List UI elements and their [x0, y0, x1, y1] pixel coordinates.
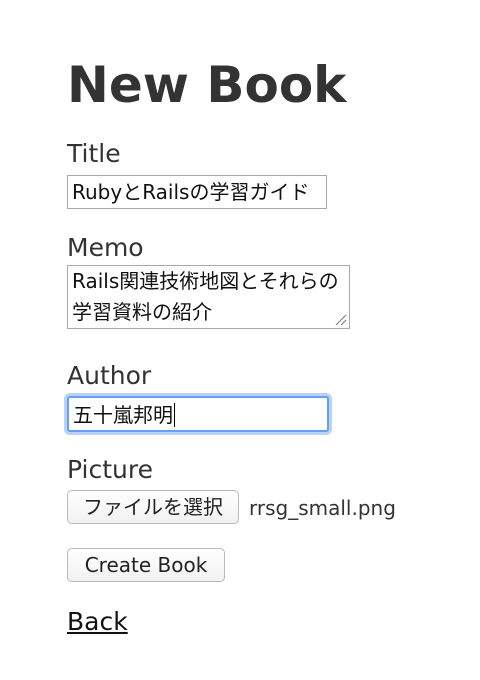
back-link[interactable]: Back: [67, 605, 128, 639]
selected-file-name: rrsg_small.png: [249, 496, 396, 520]
resize-grip-icon[interactable]: [335, 314, 347, 326]
page-title: New Book: [67, 56, 347, 114]
memo-textarea-value: Rails関連技術地図とそれらの学習資料の紹介: [72, 269, 339, 324]
text-caret: [174, 403, 175, 427]
create-book-button[interactable]: Create Book: [67, 548, 225, 582]
memo-textarea[interactable]: Rails関連技術地図とそれらの学習資料の紹介: [67, 265, 350, 329]
author-field[interactable]: 五十嵐邦明: [67, 396, 329, 432]
title-field[interactable]: RubyとRailsの学習ガイド: [67, 175, 327, 209]
choose-file-button[interactable]: ファイルを選択: [67, 490, 239, 524]
title-field-value: RubyとRailsの学習ガイド: [72, 180, 310, 204]
picture-label: Picture: [67, 455, 153, 484]
author-label: Author: [67, 361, 152, 390]
author-field-value: 五十嵐邦明: [73, 403, 173, 427]
memo-label: Memo: [67, 233, 144, 262]
title-label: Title: [67, 139, 121, 168]
